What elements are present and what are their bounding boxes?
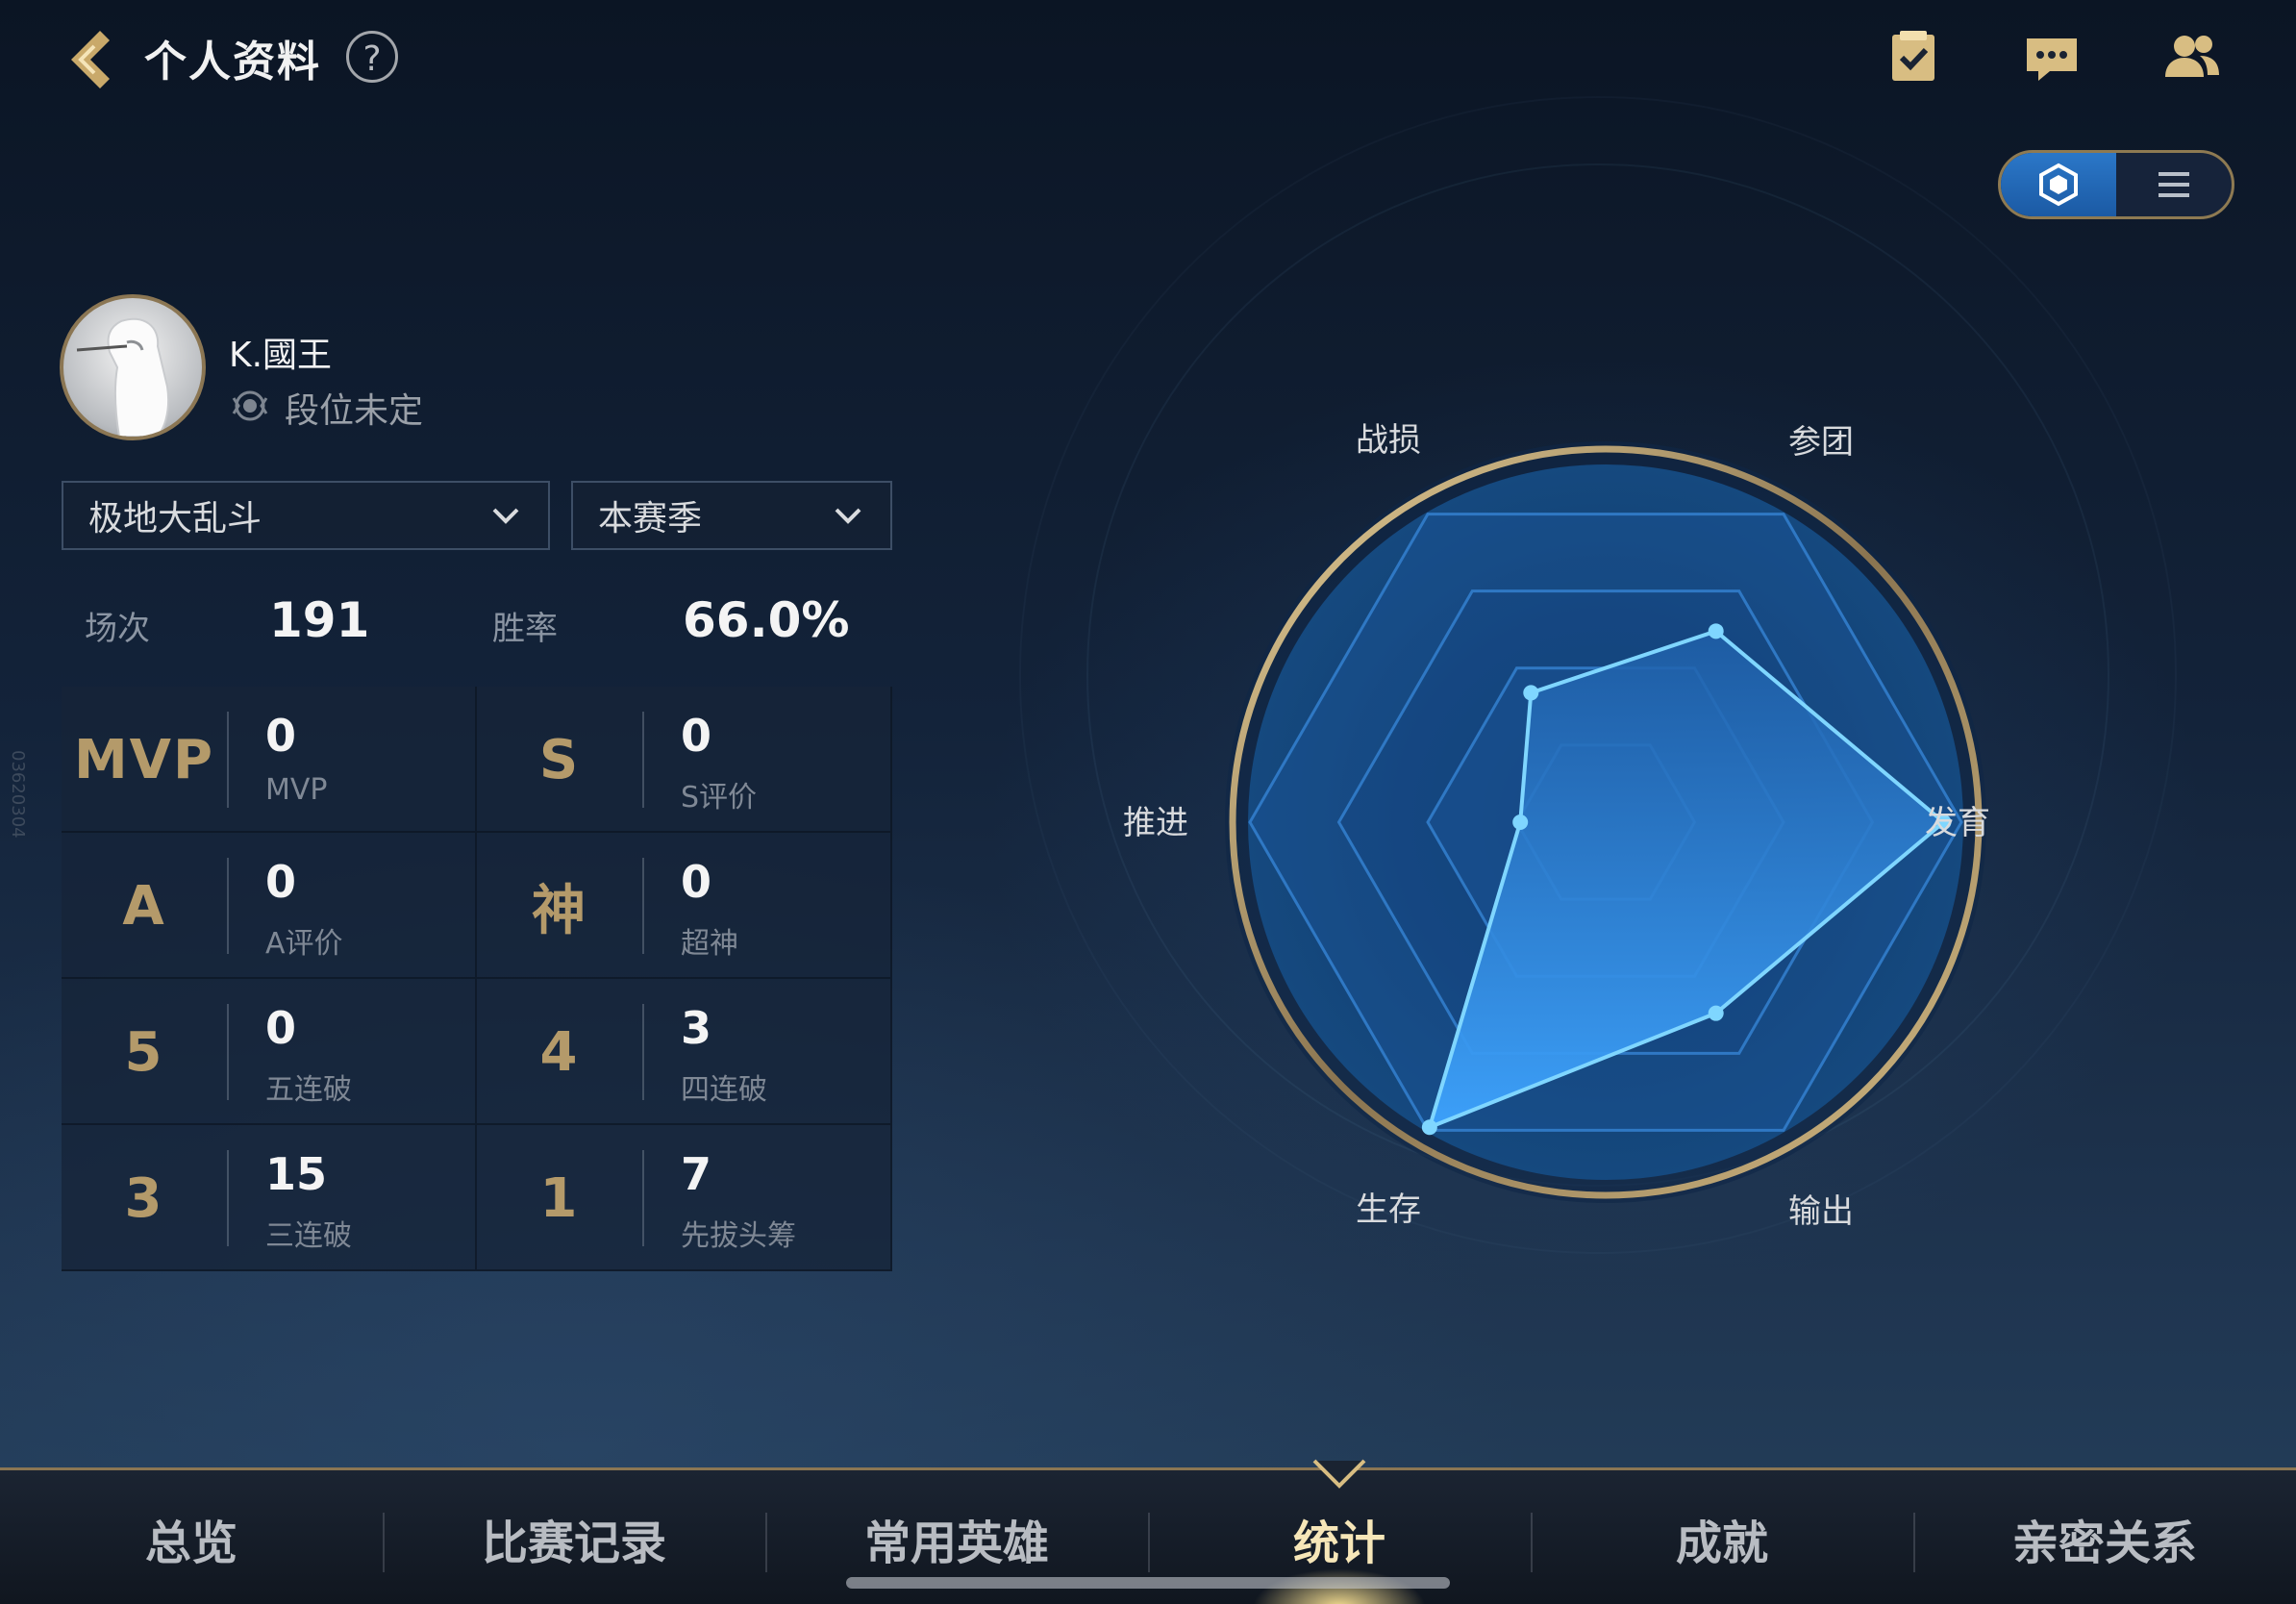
radar-chart: 战损 参团 发育 输出 生存 推进 (1058, 365, 2154, 1327)
stat-cell-s-rating: S 0 S评价 (477, 687, 892, 833)
stat-value: 7 (681, 1148, 712, 1200)
radar-point-3 (1708, 1005, 1724, 1021)
player-name: K.國王 (229, 336, 333, 375)
rank-status: 段位未定 (285, 391, 424, 431)
stat-cell-a-rating: A 0 A评价 (62, 833, 477, 979)
side-id: 03620304 (8, 750, 28, 839)
chat-button[interactable] (2021, 27, 2083, 88)
home-indicator[interactable] (846, 1577, 1450, 1589)
divider (227, 1004, 229, 1100)
mode-dropdown[interactable]: 极地大乱斗 (62, 481, 550, 550)
godlike-badge-icon: 神 (532, 879, 587, 942)
stat-label: 四连破 (681, 1073, 767, 1107)
season-dropdown[interactable]: 本赛季 (571, 481, 892, 550)
divider (227, 858, 229, 954)
quadra-badge-icon: 4 (539, 1020, 580, 1084)
winrate-label: 胜率 (492, 610, 558, 648)
radar-view-icon (2039, 163, 2078, 207)
stat-label: MVP (265, 773, 328, 807)
season-dropdown-value: 本赛季 (598, 499, 703, 539)
radar-axis-label: 推进 (1123, 804, 1188, 842)
tab-achievements[interactable]: 成就 (1531, 1470, 1913, 1604)
list-view-icon (2159, 172, 2189, 197)
penta-badge-icon: 5 (124, 1020, 164, 1084)
friends-button[interactable] (2161, 27, 2223, 88)
chevron-down-icon (835, 508, 861, 524)
stat-cell-quadra-kill: 4 3 四连破 (477, 979, 892, 1125)
stat-value: 3 (681, 1002, 712, 1054)
stat-value: 0 (681, 856, 712, 908)
triple-badge-icon: 3 (124, 1166, 164, 1230)
stat-value: 15 (265, 1148, 328, 1200)
stat-cell-godlike: 神 0 超神 (477, 833, 892, 979)
stat-label: 先拔头筹 (681, 1219, 796, 1253)
profile-stats-screen: 个人资料 ? K.國王 段位未定 极地大乱斗 本赛季 场次 191 胜率 66.… (0, 0, 2296, 1604)
task-button[interactable] (1883, 27, 1944, 88)
tab-match-history[interactable]: 比赛记录 (383, 1470, 765, 1604)
rank-icon (231, 387, 269, 425)
stat-label: A评价 (265, 927, 343, 961)
back-arrow-icon (71, 31, 110, 88)
stat-label: 五连破 (265, 1073, 352, 1107)
stat-value: 0 (681, 710, 712, 762)
avatar-figure-icon (76, 317, 169, 437)
divider (227, 712, 229, 808)
radar-point-0 (1523, 685, 1539, 701)
help-button[interactable]: ? (346, 31, 398, 83)
tab-overview[interactable]: 总览 (0, 1470, 383, 1604)
radar-axis-label: 发育 (1925, 804, 1990, 842)
chat-icon (2027, 38, 2077, 81)
stats-grid: MVP 0 MVP S 0 S评价 A 0 A评价 神 0 超神 5 0 五连破 (62, 687, 892, 1271)
stat-cell-mvp: MVP 0 MVP (62, 687, 477, 833)
a-badge-icon: A (122, 874, 166, 938)
stat-cell-triple-kill: 3 15 三连破 (62, 1125, 477, 1271)
stat-cell-penta-kill: 5 0 五连破 (62, 979, 477, 1125)
stat-label: S评价 (681, 781, 758, 815)
stat-cell-first-blood: 1 7 先拔头筹 (477, 1125, 892, 1271)
task-icon (1892, 31, 1934, 81)
radar-axis-label: 生存 (1356, 1190, 1421, 1229)
friends-icon (2165, 36, 2219, 77)
stat-value: 0 (265, 1002, 297, 1054)
s-badge-icon: S (538, 728, 581, 791)
back-button[interactable] (58, 25, 127, 94)
stat-label: 三连破 (265, 1219, 352, 1253)
divider (642, 1004, 644, 1100)
matches-label: 场次 (85, 610, 150, 648)
radar-view-option[interactable] (2001, 153, 2116, 216)
radar-axis-label: 战损 (1356, 421, 1421, 460)
mode-dropdown-value: 极地大乱斗 (88, 499, 262, 539)
divider (642, 712, 644, 808)
active-tab-caret-icon (1312, 1459, 1366, 1489)
list-view-option[interactable] (2116, 153, 2232, 216)
first-blood-badge-icon: 1 (539, 1166, 580, 1230)
matches-value: 191 (269, 592, 370, 648)
stat-label: 超神 (681, 927, 738, 961)
divider (642, 1150, 644, 1246)
divider (642, 858, 644, 954)
view-toggle[interactable] (1998, 150, 2234, 219)
stat-value: 0 (265, 710, 297, 762)
radar-axis-label: 输出 (1788, 1192, 1854, 1231)
tab-intimacy[interactable]: 亲密关系 (1913, 1470, 2296, 1604)
mvp-badge-icon: MVP (73, 728, 215, 791)
stat-value: 0 (265, 856, 297, 908)
radar-point-4 (1421, 1119, 1437, 1136)
radar-chart-svg (1225, 441, 1986, 1203)
avatar[interactable] (60, 294, 206, 440)
radar-axis-label: 参团 (1788, 423, 1854, 462)
radar-point-1 (1708, 623, 1724, 639)
chevron-down-icon (492, 508, 519, 524)
divider (227, 1150, 229, 1246)
radar-point-5 (1512, 815, 1529, 830)
winrate-value: 66.0% (683, 592, 850, 648)
page-title: 个人资料 (144, 38, 321, 87)
